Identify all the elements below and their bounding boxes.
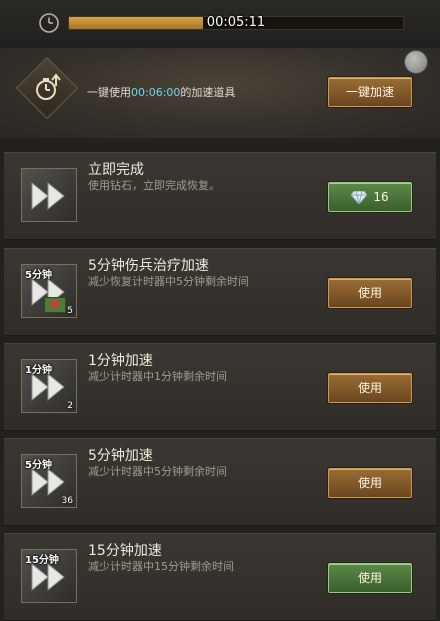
speedup-1min-thumb: 1分钟 2	[21, 359, 77, 413]
instant-finish-button[interactable]: 16	[328, 182, 412, 212]
list-item-heal-5min: 5分钟 5 5分钟伤兵治疗加速 减少恢复计时器中5分钟剩余时间 使用	[4, 248, 436, 336]
item-count: 36	[61, 496, 73, 506]
instant-finish-thumb	[21, 168, 77, 222]
diamond-icon	[351, 191, 368, 204]
item-duration-label: 5分钟	[25, 460, 52, 471]
quick-use-description: 一键使用00:06:00的加速道具	[87, 84, 235, 100]
list-item-instant-finish: 立即完成 使用钻石，立即完成恢复。 16	[4, 152, 436, 240]
fast-forward-icon	[31, 467, 65, 497]
item-duration-label: 15分钟	[25, 555, 59, 566]
quick-use-duration: 00:06:00	[131, 86, 181, 99]
item-description: 减少计时器中5分钟剩余时间	[88, 465, 227, 478]
item-title: 5分钟加速	[88, 448, 153, 464]
use-button[interactable]: 使用	[328, 468, 412, 498]
item-title: 立即完成	[88, 162, 144, 178]
quick-speedup-button[interactable]: 一键加速	[328, 77, 412, 107]
item-description: 减少计时器中1分钟剩余时间	[88, 370, 227, 383]
speedup-5min-thumb: 5分钟 36	[21, 454, 77, 508]
clock-icon	[39, 13, 59, 33]
medkit-icon	[44, 297, 66, 313]
item-description: 减少恢复计时器中5分钟剩余时间	[88, 275, 249, 288]
use-button[interactable]: 使用	[328, 563, 412, 593]
list-item-speedup-5min: 5分钟 36 5分钟加速 减少计时器中5分钟剩余时间 使用	[4, 438, 436, 526]
item-duration-label: 1分钟	[25, 365, 52, 376]
item-count: 5	[67, 306, 73, 316]
item-title: 1分钟加速	[88, 353, 153, 369]
quick-use-prefix: 一键使用	[87, 86, 131, 99]
item-title: 15分钟加速	[88, 543, 162, 559]
item-duration-label: 5分钟	[25, 270, 52, 281]
timer-remaining: 00:05:11	[206, 15, 266, 30]
use-button[interactable]: 使用	[328, 278, 412, 308]
item-count: 2	[67, 401, 73, 411]
item-description: 使用钻石，立即完成恢复。	[88, 179, 220, 192]
item-description: 减少计时器中15分钟剩余时间	[88, 560, 234, 573]
quick-use-suffix: 的加速道具	[180, 86, 236, 99]
timer-speedup-icon	[36, 73, 61, 100]
list-item-speedup-15min: 15分钟 15分钟加速 减少计时器中15分钟剩余时间 使用	[4, 533, 436, 621]
floating-menu-button[interactable]	[404, 50, 428, 74]
heal-5min-thumb: 5分钟 5	[21, 264, 77, 318]
timer-bar: 00:05:11	[0, 0, 440, 44]
list-item-speedup-1min: 1分钟 2 1分钟加速 减少计时器中1分钟剩余时间 使用	[4, 343, 436, 431]
fast-forward-icon	[31, 181, 65, 211]
timer-progress-bar: 00:05:11	[68, 15, 404, 30]
fast-forward-icon	[31, 372, 65, 402]
speedup-15min-thumb: 15分钟	[21, 549, 77, 603]
use-button[interactable]: 使用	[328, 373, 412, 403]
item-title: 5分钟伤兵治疗加速	[88, 258, 209, 274]
diamond-cost: 16	[373, 190, 389, 204]
